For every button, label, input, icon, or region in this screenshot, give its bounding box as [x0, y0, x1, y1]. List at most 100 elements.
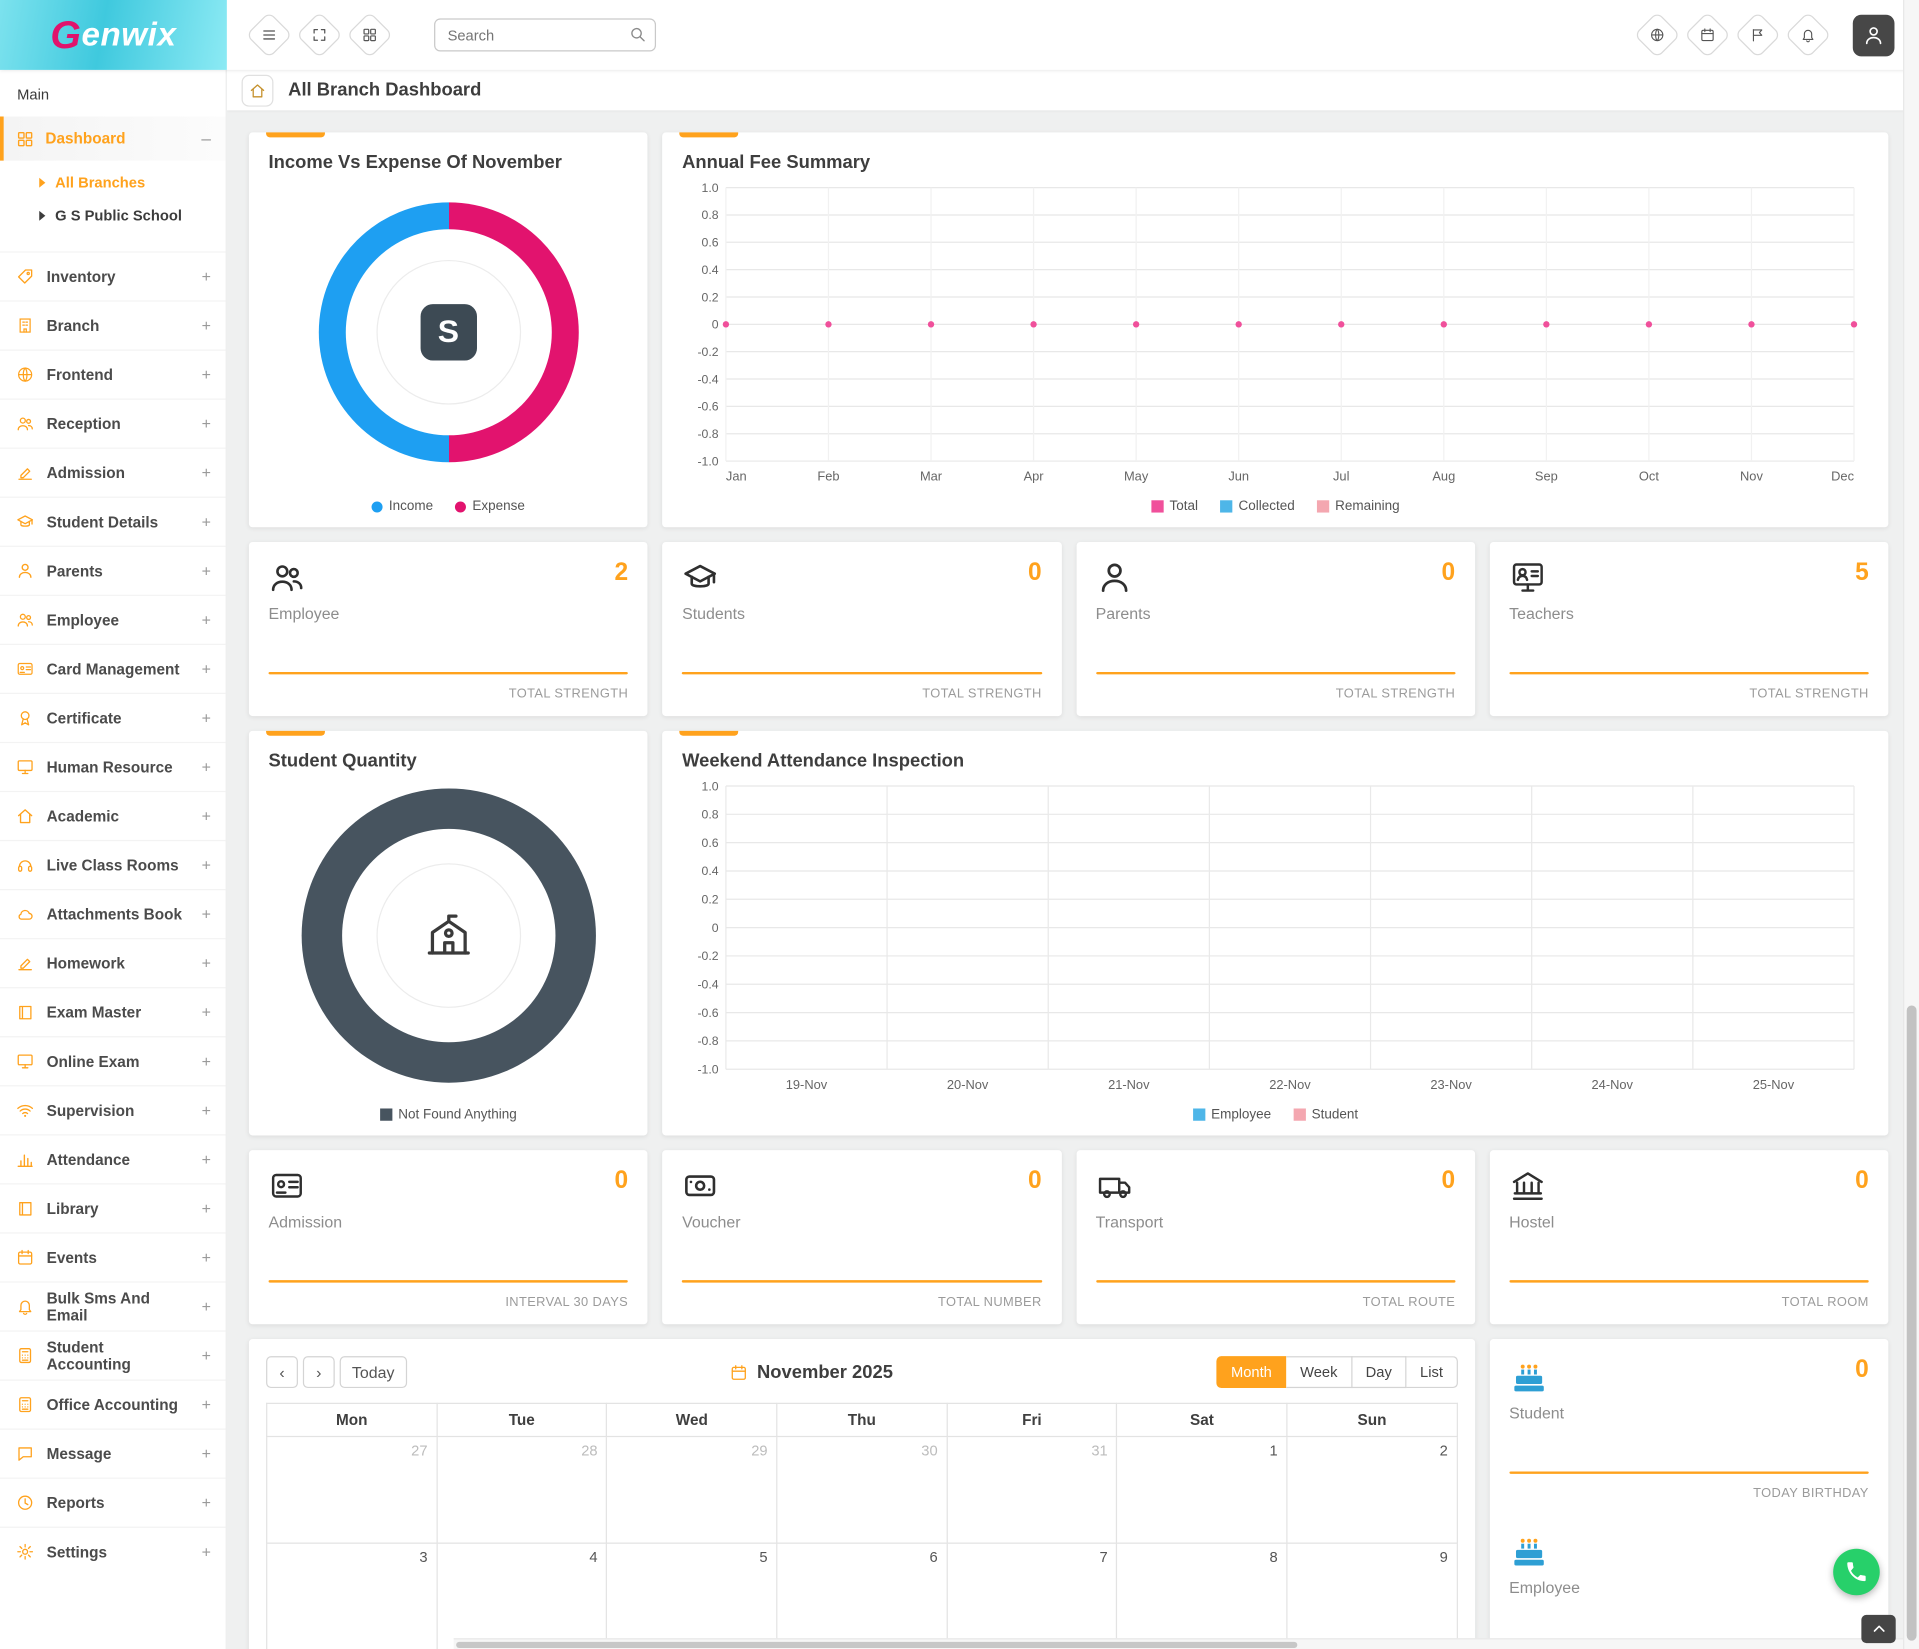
- sidebar-item-reports[interactable]: Reports+: [0, 1478, 226, 1527]
- calendar-day-cell-2[interactable]: 2: [1287, 1436, 1457, 1543]
- annual-fee-chart[interactable]: 1.00.80.60.40.20-0.2-0.4-0.6-0.8-1.0JanF…: [682, 178, 1869, 491]
- calendar-day-cell-30[interactable]: 30: [777, 1436, 947, 1543]
- search-icon[interactable]: [629, 26, 646, 43]
- sidebar-item-human-resource[interactable]: Human Resource+: [0, 742, 226, 791]
- sidebar-section-label: Main: [0, 70, 226, 117]
- svg-text:Jan: Jan: [726, 469, 747, 484]
- sidebar-item-dashboard[interactable]: Dashboard –: [0, 116, 226, 160]
- income-expense-donut[interactable]: S: [318, 202, 578, 462]
- sidebar-item-student-details[interactable]: Student Details+: [0, 497, 226, 546]
- sidebar-item-admission[interactable]: Admission+: [0, 448, 226, 497]
- chevron-up-icon: [1871, 1621, 1887, 1637]
- legend-item-income[interactable]: Income: [372, 499, 433, 514]
- stat-value: 2: [614, 559, 628, 587]
- card-accent-bar: [680, 731, 739, 736]
- quick-apps-button[interactable]: [346, 12, 393, 59]
- calendar-day-cell-27[interactable]: 27: [267, 1436, 437, 1543]
- apps-button[interactable]: [1684, 12, 1731, 59]
- calendar-view-week[interactable]: Week: [1287, 1356, 1353, 1388]
- legend-item-not-found-anything[interactable]: Not Found Anything: [380, 1107, 517, 1122]
- notifications-button[interactable]: [1785, 12, 1832, 59]
- calendar-prev-button[interactable]: ‹: [266, 1356, 298, 1388]
- svg-text:Sep: Sep: [1535, 469, 1558, 484]
- sidebar-item-employee[interactable]: Employee+: [0, 595, 226, 644]
- calendar-next-button[interactable]: ›: [303, 1356, 335, 1388]
- calendar-day-cell-9[interactable]: 9: [1287, 1543, 1457, 1649]
- sidebar-item-inventory[interactable]: Inventory+: [0, 251, 226, 300]
- vertical-scrollbar[interactable]: [1903, 0, 1919, 1649]
- sidebar-item-online-exam[interactable]: Online Exam+: [0, 1036, 226, 1085]
- sidebar-item-attendance[interactable]: Attendance+: [0, 1134, 226, 1183]
- stat-card-teachers: 5 Teachers TOTAL STRENGTH: [1490, 542, 1889, 716]
- calendar-day-cell-7[interactable]: 7: [947, 1543, 1117, 1649]
- calendar-day-cell-31[interactable]: 31: [947, 1436, 1117, 1543]
- sidebar-item-frontend[interactable]: Frontend+: [0, 349, 226, 398]
- sidebar-item-exam-master[interactable]: Exam Master+: [0, 987, 226, 1036]
- sidebar-subitem-all-branches[interactable]: All Branches: [0, 166, 226, 199]
- calendar-view-list[interactable]: List: [1407, 1356, 1458, 1388]
- brand-logo[interactable]: Genwix: [0, 0, 227, 70]
- legend-item-student[interactable]: Student: [1293, 1107, 1358, 1122]
- calendar-day-cell-5[interactable]: 5: [607, 1543, 777, 1649]
- expand-icon: +: [202, 1199, 211, 1217]
- legend-item-collected[interactable]: Collected: [1220, 499, 1295, 514]
- sidebar-item-academic[interactable]: Academic+: [0, 791, 226, 840]
- legend-item-employee[interactable]: Employee: [1193, 1107, 1271, 1122]
- sidebar-item-office-accounting[interactable]: Office Accounting+: [0, 1379, 226, 1428]
- svg-text:May: May: [1124, 469, 1149, 484]
- vertical-scrollbar-thumb[interactable]: [1907, 1006, 1917, 1641]
- search-input[interactable]: [434, 18, 656, 51]
- horizontal-scrollbar-thumb[interactable]: [456, 1642, 1297, 1648]
- sidebar-item-supervision[interactable]: Supervision+: [0, 1085, 226, 1134]
- scroll-to-top-button[interactable]: [1861, 1615, 1895, 1643]
- calendar-day-cell-3[interactable]: 3: [267, 1543, 437, 1649]
- sidebar-item-reception[interactable]: Reception+: [0, 399, 226, 448]
- sidebar-item-branch[interactable]: Branch+: [0, 300, 226, 349]
- sidebar-item-attachments-book[interactable]: Attachments Book+: [0, 889, 226, 938]
- calendar-day-cell-8[interactable]: 8: [1117, 1543, 1287, 1649]
- sidebar-item-card-management[interactable]: Card Management+: [0, 644, 226, 693]
- sidebar-item-settings[interactable]: Settings+: [0, 1527, 226, 1576]
- sidebar-toggle-button[interactable]: [246, 12, 293, 59]
- calendar-view-day[interactable]: Day: [1352, 1356, 1406, 1388]
- student-quantity-donut[interactable]: [301, 788, 595, 1082]
- sidebar-item-bulk-sms-and-email[interactable]: Bulk Sms And Email+: [0, 1281, 226, 1330]
- sidebar-item-label: Bulk Sms And Email: [47, 1289, 190, 1323]
- sidebar-item-homework[interactable]: Homework+: [0, 938, 226, 987]
- legend-item-remaining[interactable]: Remaining: [1317, 499, 1400, 514]
- horizontal-scrollbar[interactable]: [454, 1638, 1903, 1649]
- sidebar-item-certificate[interactable]: Certificate+: [0, 693, 226, 742]
- calendar-day-cell-29[interactable]: 29: [607, 1436, 777, 1543]
- report-flag-button[interactable]: [1734, 12, 1781, 59]
- whatsapp-button[interactable]: [1833, 1549, 1880, 1596]
- calendar-table: MonTueWedThuFriSatSun 272829303112345678…: [266, 1403, 1458, 1649]
- stat-footer: TOTAL STRENGTH: [1509, 687, 1869, 702]
- calendar-view-month[interactable]: Month: [1216, 1356, 1286, 1388]
- legend-item-total[interactable]: Total: [1151, 499, 1198, 514]
- sidebar-item-library[interactable]: Library+: [0, 1183, 226, 1232]
- calendar-day-cell-28[interactable]: 28: [437, 1436, 607, 1543]
- weekend-attendance-chart[interactable]: 1.00.80.60.40.20-0.2-0.4-0.6-0.8-1.019-N…: [682, 776, 1869, 1098]
- sidebar-item-message[interactable]: Message+: [0, 1429, 226, 1478]
- calendar-week-row: 3456789: [267, 1543, 1457, 1649]
- language-button[interactable]: [1634, 12, 1681, 59]
- sidebar-subitem-g-s-public-school[interactable]: G S Public School: [0, 199, 226, 232]
- profile-button[interactable]: [1853, 14, 1895, 56]
- legend-item-expense[interactable]: Expense: [455, 499, 525, 514]
- sidebar-item-live-class-rooms[interactable]: Live Class Rooms+: [0, 840, 226, 889]
- accent-underline: [1509, 1471, 1869, 1473]
- sidebar-item-events[interactable]: Events+: [0, 1232, 226, 1281]
- calendar-day-cell-4[interactable]: 4: [437, 1543, 607, 1649]
- sidebar-item-student-accounting[interactable]: Student Accounting+: [0, 1330, 226, 1379]
- calendar-day-cell-6[interactable]: 6: [777, 1543, 947, 1649]
- svg-text:Apr: Apr: [1024, 469, 1045, 484]
- home-icon: [249, 82, 266, 99]
- fullscreen-button[interactable]: [296, 12, 343, 59]
- calendar-day-cell-1[interactable]: 1: [1117, 1436, 1287, 1543]
- home-button[interactable]: [242, 74, 274, 106]
- calendar-today-button[interactable]: Today: [340, 1356, 407, 1388]
- sidebar-item-parents[interactable]: Parents+: [0, 546, 226, 595]
- birthday-footer: TODAY BIRTHDAY: [1509, 1486, 1869, 1501]
- svg-text:0.4: 0.4: [702, 864, 719, 878]
- person-icon: [16, 562, 34, 580]
